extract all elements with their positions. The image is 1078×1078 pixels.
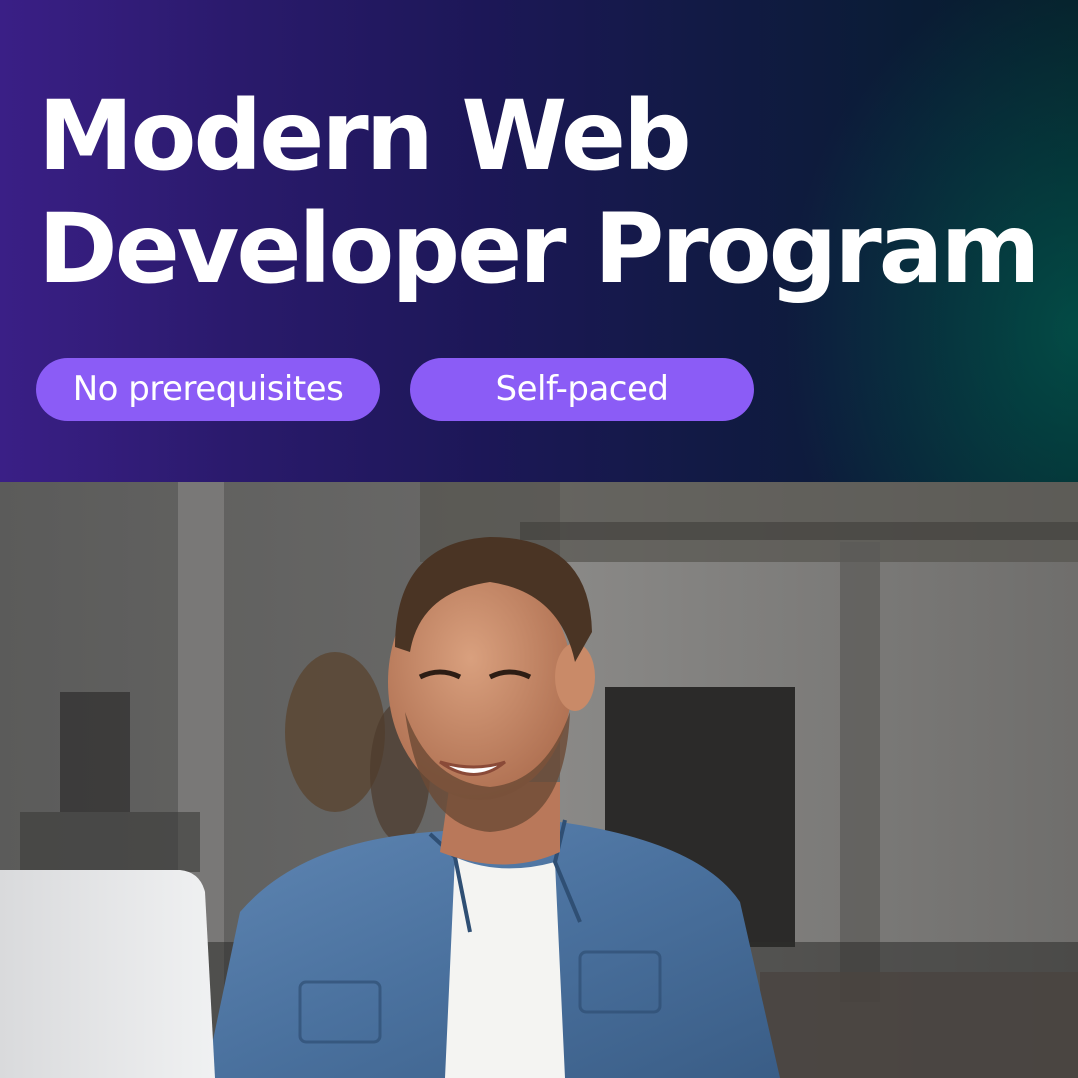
page-title: Modern Web Developer Program (38, 80, 1040, 306)
hero-banner: Modern Web Developer Program No prerequi… (0, 0, 1078, 482)
hero-photo (0, 482, 1078, 1078)
chip-no-prerequisites: No prerequisites (36, 358, 380, 421)
hero-photo-illustration (0, 482, 1078, 1078)
title-line-1: Modern Web (38, 80, 692, 192)
title-line-2: Developer Program (38, 193, 1040, 305)
chip-self-paced: Self-paced (410, 358, 754, 421)
